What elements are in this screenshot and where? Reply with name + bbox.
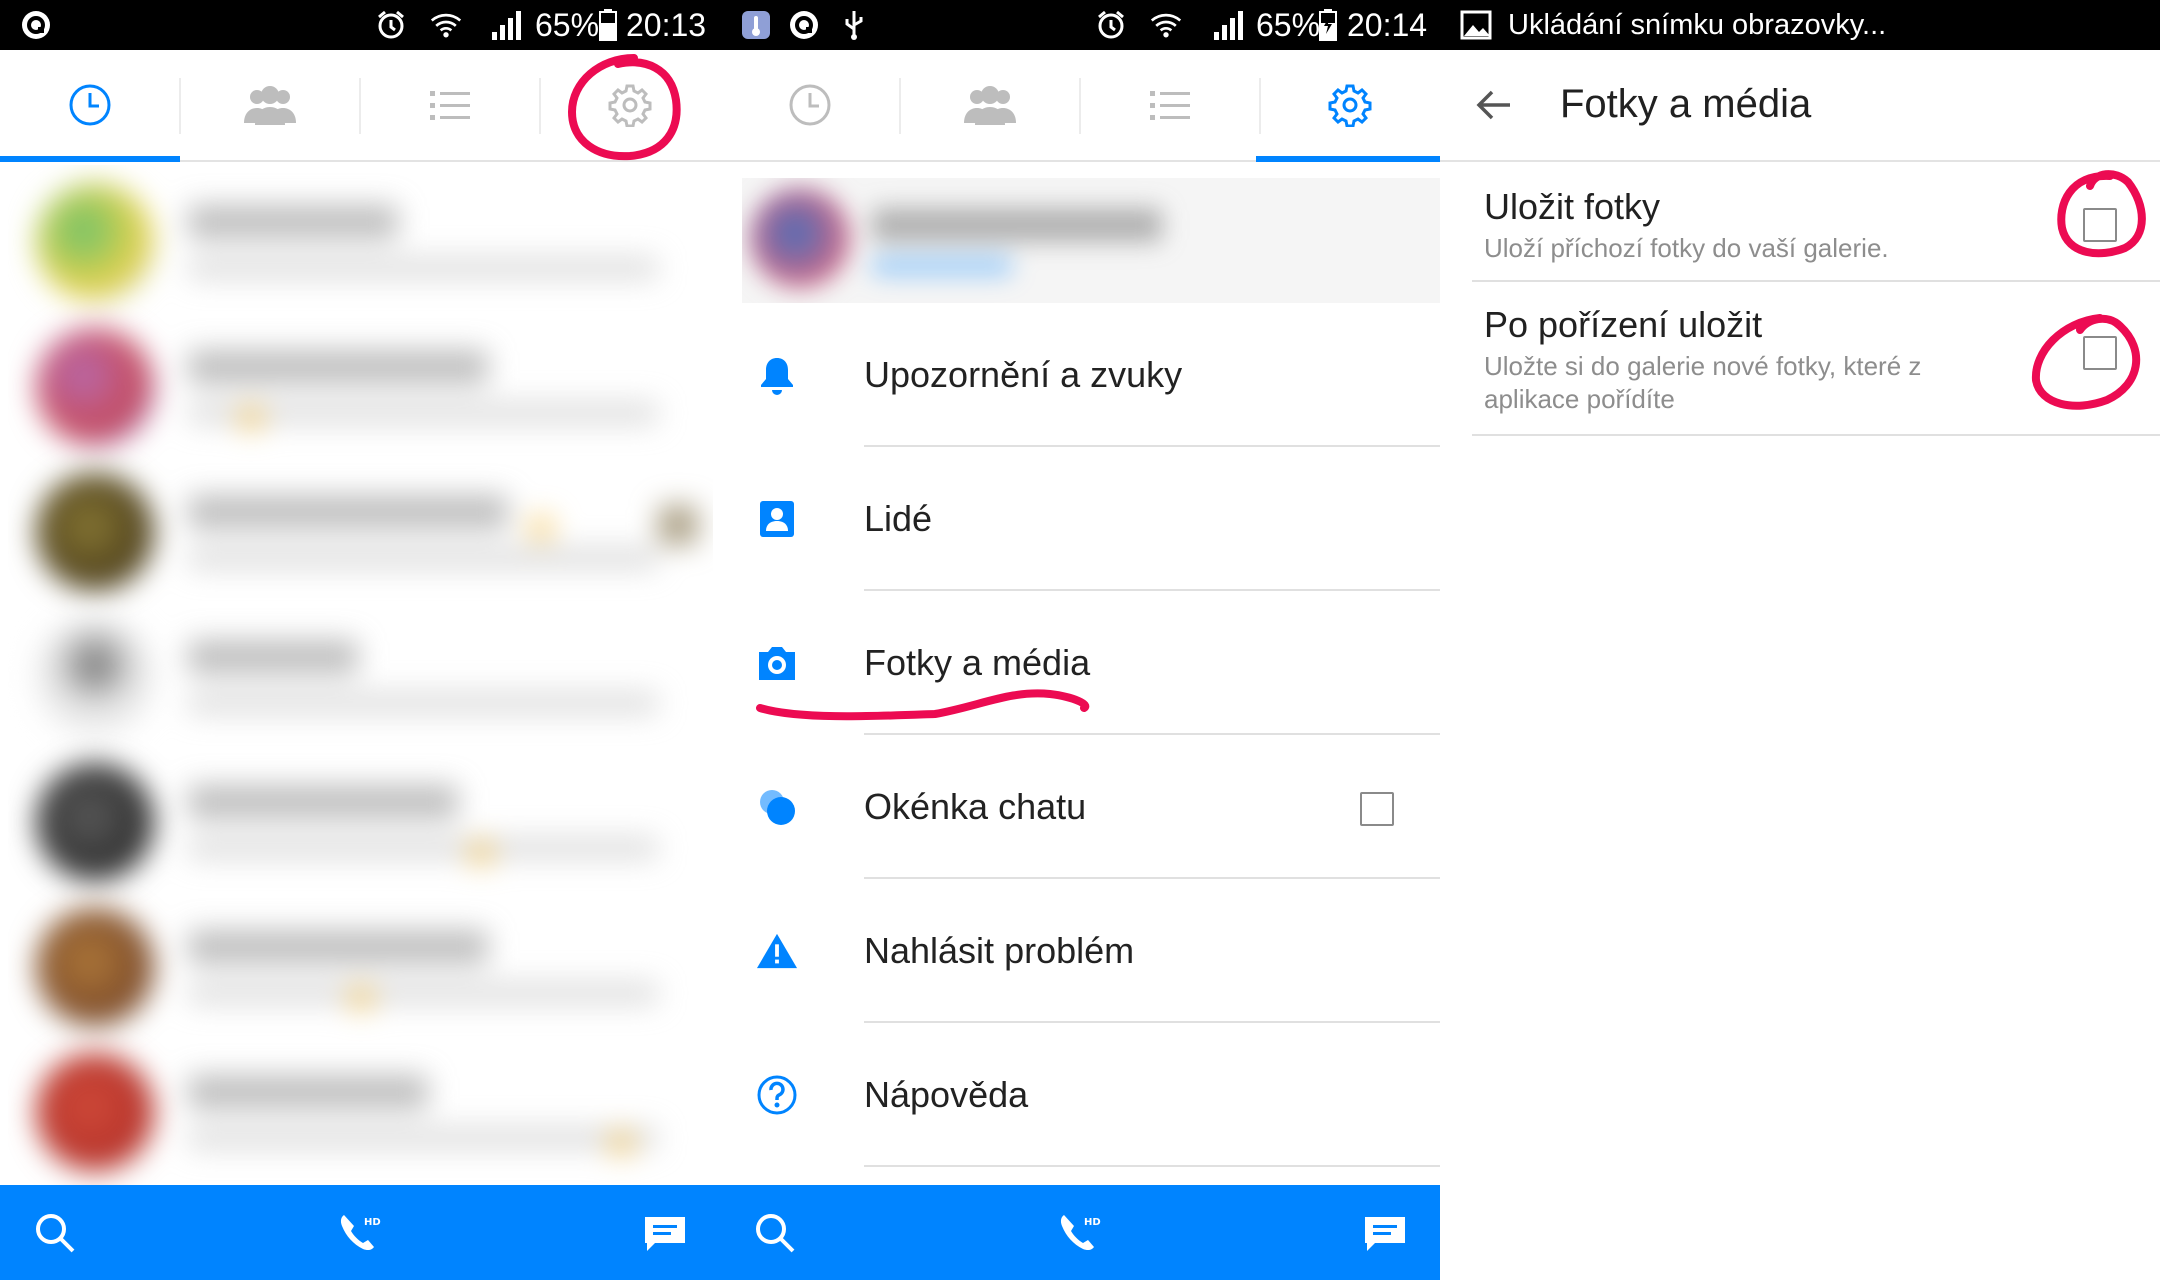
compose-button[interactable]: [610, 1185, 720, 1280]
setting-subtitle: Uloží příchozí fotky do vaší galerie.: [1484, 233, 1889, 263]
search-button[interactable]: [0, 1185, 110, 1280]
list-item[interactable]: [8, 1035, 713, 1180]
toolbar: Fotky a média: [1440, 50, 2160, 162]
clock-icon: [69, 84, 111, 126]
gear-icon: [608, 84, 652, 127]
thermometer-app-icon: [740, 9, 772, 41]
tab-recent[interactable]: [720, 50, 900, 160]
conversation-list: [8, 165, 713, 1185]
clock-middle: 20:14: [1347, 6, 1428, 43]
compose-message-icon: [1365, 1216, 1405, 1251]
camera-icon: [756, 642, 798, 684]
battery-percent-2: 65%: [1256, 6, 1321, 43]
save-photos-checkbox[interactable]: [2083, 208, 2117, 242]
bottom-bar: HD: [720, 1185, 1440, 1280]
wifi-icon: [430, 9, 462, 41]
list-icon: [1150, 91, 1190, 120]
bottom-bar: HD: [0, 1185, 720, 1280]
search-icon: [756, 1213, 795, 1252]
setting-subtitle: Uložte si do galerie nové fotky, které z…: [1484, 351, 1922, 414]
compose-message-icon: [645, 1216, 685, 1251]
menu-chat-heads[interactable]: Okénka chatu: [720, 735, 1440, 879]
settings-screen: Upozornění a zvuky Lidé Fotky a média Ok…: [720, 50, 1440, 1280]
menu-label: Upozornění a zvuky: [864, 354, 1183, 395]
list-item[interactable]: [8, 745, 713, 890]
menu-photos-media[interactable]: Fotky a média: [720, 591, 1440, 735]
list-item[interactable]: [8, 165, 713, 310]
signal-icon: [490, 9, 522, 41]
wifi-icon-2: [1150, 9, 1182, 41]
list-item[interactable]: [8, 310, 713, 455]
search-icon: [36, 1213, 75, 1252]
tab-settings[interactable]: [1260, 50, 1440, 160]
conversations-screen: HD: [0, 50, 720, 1280]
tab-settings[interactable]: [540, 50, 720, 160]
list-item[interactable]: [8, 890, 713, 1035]
setting-save-after-capture[interactable]: Po pořízení uložit Uložte si do galerie …: [1472, 282, 2160, 436]
group-icon: [244, 86, 296, 125]
tab-bar: [720, 50, 1440, 162]
help-icon: [756, 1074, 798, 1116]
warning-icon: [756, 930, 798, 972]
hd-call-button[interactable]: HD: [1025, 1185, 1135, 1280]
setting-title: Po pořízení uložit: [1484, 304, 1763, 345]
chat-heads-icon: [756, 786, 798, 828]
menu-notifications-sounds[interactable]: Upozornění a zvuky: [720, 303, 1440, 447]
svg-text:HD: HD: [1084, 1217, 1101, 1228]
setting-title: Uložit fotky: [1484, 186, 1661, 227]
list-item[interactable]: [8, 455, 713, 600]
menu-help[interactable]: Nápověda: [720, 1023, 1440, 1167]
phone-hd-icon: HD: [340, 1214, 381, 1250]
tab-recent[interactable]: [0, 50, 180, 160]
chat-heads-checkbox[interactable]: [1360, 792, 1394, 826]
bell-icon: [756, 354, 798, 396]
group-icon: [964, 86, 1016, 125]
clock-left: 20:13: [626, 6, 707, 43]
phone-hd-icon: HD: [1060, 1214, 1101, 1250]
list-item[interactable]: [8, 600, 713, 745]
photos-media-screen: Fotky a média Uložit fotky Uloží příchoz…: [1440, 50, 2160, 1280]
clock-icon: [789, 84, 831, 126]
gear-icon: [1328, 84, 1372, 127]
battery-percent: 65%: [535, 6, 600, 43]
messenger-notification-icon-2: [788, 9, 820, 41]
hd-call-button[interactable]: HD: [305, 1185, 415, 1280]
compose-button[interactable]: [1330, 1185, 1440, 1280]
profile-header[interactable]: [742, 178, 1440, 303]
setting-save-photos[interactable]: Uložit fotky Uloží příchozí fotky do vaš…: [1472, 162, 2160, 282]
tab-list[interactable]: [360, 50, 540, 160]
battery-icon: [598, 9, 618, 41]
svg-text:HD: HD: [364, 1217, 381, 1228]
page-title: Fotky a média: [1560, 82, 1812, 126]
menu-label: Nápověda: [864, 1074, 1029, 1115]
menu-people[interactable]: Lidé: [720, 447, 1440, 591]
menu-label: Lidé: [864, 498, 933, 539]
tab-groups[interactable]: [180, 50, 360, 160]
messenger-notification-icon: [20, 9, 52, 41]
search-button[interactable]: [720, 1185, 830, 1280]
alarm-icon: [375, 9, 407, 41]
status-bar: 65% 20:13 65% 20:14 Ukládání snímku obra…: [0, 0, 2160, 50]
screenshot-notification-text: Ukládání snímku obrazovky...: [1508, 8, 1887, 41]
usb-icon: [838, 9, 870, 41]
signal-icon-2: [1212, 9, 1244, 41]
battery-charging-icon: [1318, 9, 1338, 41]
menu-report-problem[interactable]: Nahlásit problém: [720, 879, 1440, 1023]
back-arrow-icon[interactable]: [1474, 85, 1514, 130]
list-icon: [430, 91, 470, 120]
menu-label: Okénka chatu: [864, 786, 1087, 827]
tab-bar: [0, 50, 720, 162]
tab-groups[interactable]: [900, 50, 1080, 160]
alarm-icon-2: [1095, 9, 1127, 41]
save-after-capture-checkbox[interactable]: [2083, 336, 2117, 370]
image-icon: [1460, 9, 1492, 41]
menu-label: Nahlásit problém: [864, 930, 1135, 971]
menu-label: Fotky a média: [864, 642, 1091, 683]
tab-list[interactable]: [1080, 50, 1260, 160]
contact-card-icon: [756, 498, 798, 540]
